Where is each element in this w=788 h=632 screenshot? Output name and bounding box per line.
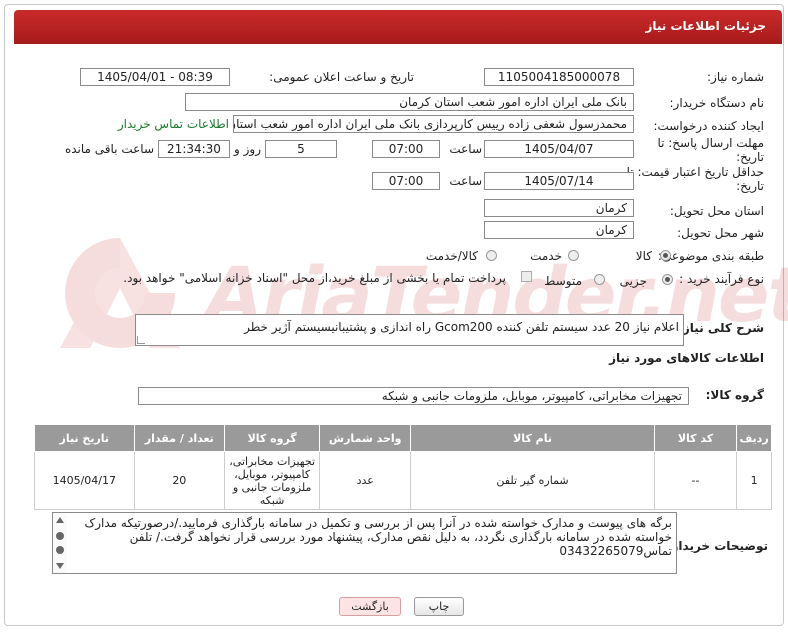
category-option-goods: کالا: [635, 249, 652, 263]
province-label: استان محل تحویل:: [669, 204, 764, 218]
validity-hour-field: 07:00: [372, 172, 440, 190]
buyer-contact-link[interactable]: اطلاعات تماس خریدار: [118, 117, 229, 131]
category-label: طبقه بندی موضوعی:: [657, 249, 764, 263]
summary-text: اعلام نیاز 20 عدد سیستم تلفن کننده Gcom2…: [244, 320, 679, 334]
category-radio-both[interactable]: [486, 250, 497, 261]
deadline-hour-label: ساعت: [449, 142, 482, 156]
deadline-label: مهلت ارسال پاسخ: تا تاریخ:: [657, 136, 764, 164]
category-option-service: خدمت: [530, 249, 562, 263]
back-button[interactable]: بازگشت: [339, 597, 401, 616]
creator-field: محمدرسول شعفی زاده رییس کارپردازی بانک م…: [233, 115, 634, 133]
buyer-notes-label: توضیحات خریدار:: [666, 539, 768, 553]
goods-info-title: اطلاعات کالاهای مورد نیاز: [609, 351, 764, 365]
process-option-medium: متوسط: [544, 274, 582, 288]
cell-goods-code: --: [653, 451, 738, 510]
deadline-date-field: 1405/04/07: [484, 140, 634, 158]
announce-date-field: 1405/04/01 - 08:39: [80, 68, 230, 86]
days-label: روز و: [234, 142, 261, 156]
scroll-thumb-icon[interactable]: [56, 546, 64, 554]
validity-hour-label: ساعت: [449, 174, 482, 188]
goods-group-field: تجهیزات مخابراتی، کامپیوتر، موبایل، ملزو…: [138, 387, 689, 405]
category-radio-goods[interactable]: [660, 250, 671, 261]
treasury-payment-checkbox[interactable]: [521, 271, 532, 282]
scroll-down-icon[interactable]: [56, 563, 64, 569]
city-label: شهر محل تحویل:: [677, 226, 764, 240]
validity-date-field: 1405/07/14: [484, 172, 634, 190]
column-header: نام کالا: [410, 424, 655, 452]
goods-group-label: گروه کالا:: [705, 388, 764, 402]
city-field: کرمان: [484, 221, 634, 239]
table-row: 1 -- شماره گیر تلفن عدد تجهیزات مخابراتی…: [34, 451, 772, 510]
column-header: واحد شمارش: [319, 424, 412, 452]
process-radio-medium[interactable]: [594, 274, 605, 285]
validity-label: حداقل تاریخ اعتبار قیمت: تا تاریخ:: [626, 165, 764, 193]
column-header: ردیف: [736, 424, 772, 452]
creator-label: ایجاد کننده درخواست:: [653, 119, 764, 133]
province-field: کرمان: [484, 199, 634, 217]
cell-goods-group: تجهیزات مخابراتی، کامپیوتر، موبایل، ملزو…: [224, 451, 321, 510]
print-button[interactable]: چاپ: [414, 597, 464, 616]
summary-textarea[interactable]: اعلام نیاز 20 عدد سیستم تلفن کننده Gcom2…: [135, 314, 684, 346]
need-number-field: 1105004185000078: [484, 68, 634, 86]
cell-unit: عدد: [319, 451, 412, 510]
table-header-row: ردیف کد کالا نام کالا واحد شمارش گروه کا…: [34, 424, 772, 452]
process-label: نوع فرآیند خرید :: [679, 272, 764, 286]
need-number-label: شماره نیاز:: [707, 70, 764, 84]
cell-need-date: 1405/04/17: [34, 451, 135, 510]
buyer-label: نام دستگاه خریدار:: [669, 96, 765, 110]
scroll-up-icon[interactable]: [56, 517, 64, 523]
category-radio-service[interactable]: [568, 250, 579, 261]
goods-table: ردیف کد کالا نام کالا واحد شمارش گروه کا…: [34, 424, 772, 510]
treasury-payment-note: پرداخت تمام یا بخشی از مبلغ خرید،از محل …: [123, 271, 506, 285]
cell-quantity: 20: [133, 451, 226, 510]
buyer-notes-textarea[interactable]: برگه های پیوست و مدارک خواسته شده در آنر…: [52, 512, 677, 574]
deadline-hour-field: 07:00: [372, 140, 440, 158]
days-field: 5: [265, 140, 337, 158]
title-bar: جزئیات اطلاعات نیاز: [14, 10, 782, 44]
category-option-both: کالا/خدمت: [425, 249, 478, 263]
announce-date-label: تاریخ و ساعت اعلان عمومی:: [269, 70, 414, 84]
remaining-time-label: ساعت باقی مانده: [64, 142, 154, 156]
cell-goods-name: شماره گیر تلفن: [410, 451, 655, 510]
column-header: گروه کالا: [224, 424, 321, 452]
process-radio-minor[interactable]: [662, 274, 673, 285]
page-title: جزئیات اطلاعات نیاز: [645, 19, 766, 33]
remaining-time-field: 21:34:30: [158, 140, 230, 158]
column-header: تعداد / مقدار: [133, 424, 226, 452]
buyer-notes-text: برگه های پیوست و مدارک خواسته شده در آنر…: [84, 516, 672, 558]
process-option-minor: جزیی: [619, 274, 647, 288]
cell-row-number: 1: [736, 451, 772, 510]
summary-label: شرح کلی نیاز:: [678, 321, 764, 335]
scroll-thumb-icon[interactable]: [56, 532, 64, 540]
resize-handle-icon[interactable]: [137, 336, 145, 344]
column-header: کد کالا: [653, 424, 738, 452]
notes-scrollbar[interactable]: [53, 513, 67, 573]
column-header: تاریخ نیاز: [34, 424, 135, 452]
buyer-field: بانک ملی ایران اداره امور شعب استان کرما…: [185, 93, 634, 111]
